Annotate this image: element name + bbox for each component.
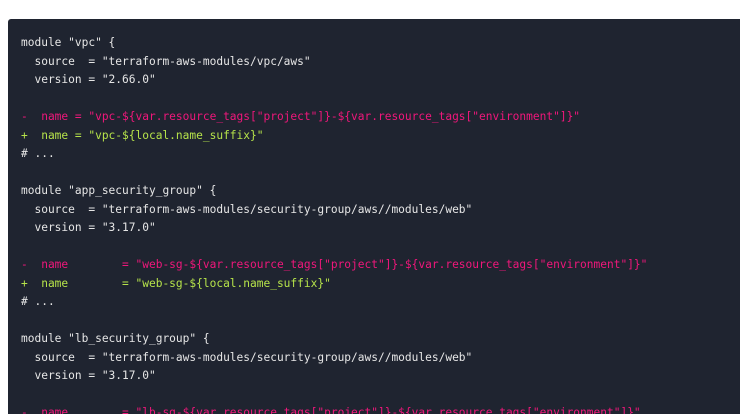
added-code-line: + name = "vpc-${local.name_suffix}"	[21, 128, 264, 142]
comment-line: # ...	[21, 147, 55, 160]
removed-code-line: - name = "vpc-${var.resource_tags["proje…	[21, 110, 581, 123]
code-line: source = "terraform-aws-modules/security…	[21, 350, 473, 364]
code-line: module "vpc" {	[21, 36, 116, 49]
code-line: source = "terraform-aws-modules/security…	[21, 202, 473, 216]
removed-code-line: - name = "lb-sg-${var.resource_tags["pro…	[21, 406, 641, 414]
code-block[interactable]: module "vpc" { source = "terraform-aws-m…	[21, 34, 647, 414]
comment-line: # ...	[21, 295, 55, 308]
added-code-line: + name = "web-sg-${local.name_suffix}"	[21, 276, 331, 290]
code-line: module "lb_security_group" {	[21, 332, 210, 345]
code-line: version = "3.17.0"	[21, 221, 156, 234]
removed-code-line: - name = "web-sg-${var.resource_tags["pr…	[21, 258, 648, 271]
code-line: version = "2.66.0"	[21, 73, 156, 86]
code-line: source = "terraform-aws-modules/vpc/aws"	[21, 54, 311, 68]
code-line: module "app_security_group" {	[21, 184, 217, 197]
code-line: version = "3.17.0"	[21, 369, 156, 382]
code-panel: module "vpc" { source = "terraform-aws-m…	[8, 19, 740, 414]
